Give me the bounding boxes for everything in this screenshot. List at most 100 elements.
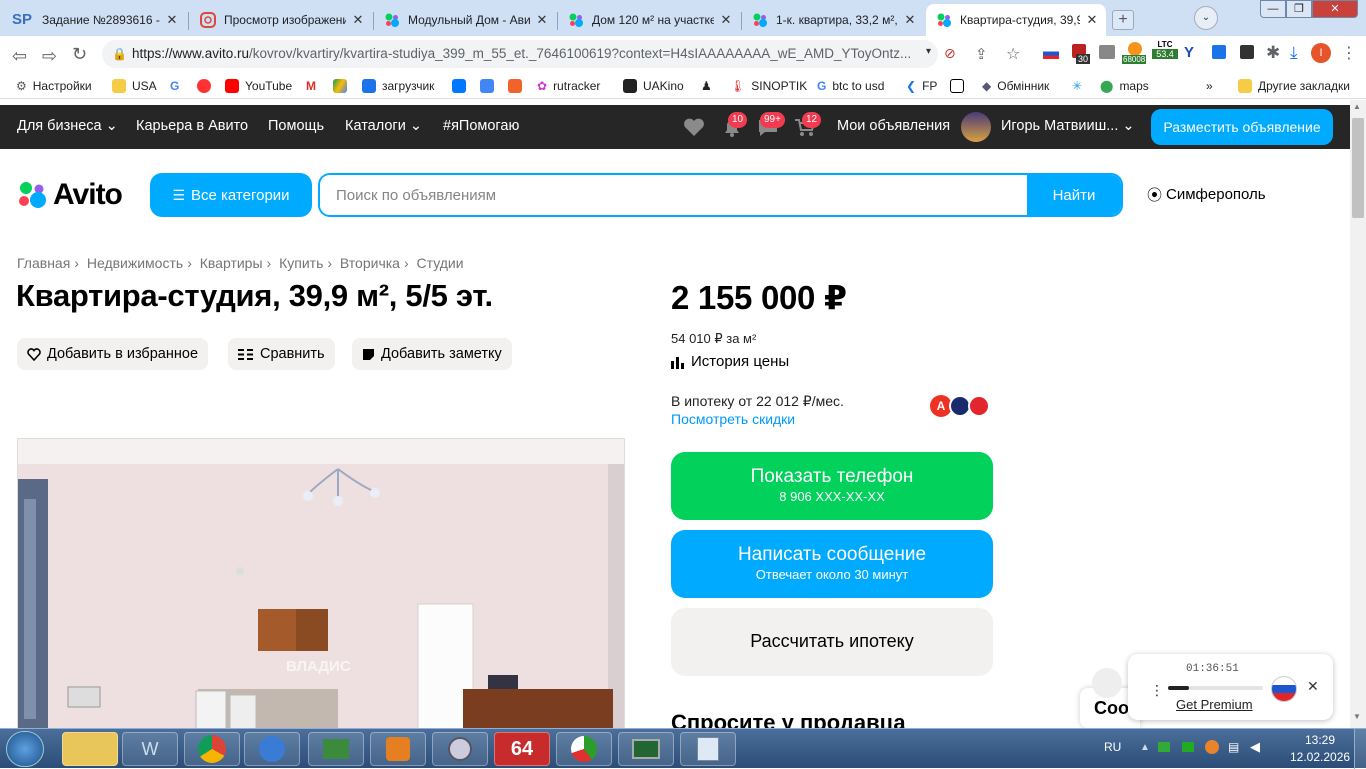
add-note-button[interactable]: Добавить заметку <box>352 338 512 370</box>
bookmark-star[interactable]: ✳ <box>1072 77 1082 95</box>
breadcrumb-item[interactable]: Студии <box>417 255 464 271</box>
post-ad-button[interactable]: Разместить объявление <box>1151 109 1333 145</box>
minimize-button[interactable]: — <box>1260 0 1286 18</box>
bookmark-sinoptik[interactable]: 🌡 SINOPTIK <box>730 77 807 95</box>
russian-flag-icon[interactable] <box>1271 676 1297 702</box>
puzzle-extensions-icon[interactable]: ✱ <box>1266 43 1280 63</box>
arrow-extension-icon[interactable] <box>1240 45 1254 59</box>
downloads-icon[interactable]: ⤓ <box>1290 43 1298 63</box>
bookmark-youtube[interactable]: YouTube <box>225 77 292 95</box>
bookmark-f[interactable] <box>508 77 528 95</box>
tray-network-icon[interactable] <box>1158 742 1170 752</box>
bookmark-gmail[interactable]: M <box>306 77 316 95</box>
bookmark-fp[interactable]: ❮ FP <box>906 77 937 95</box>
compare-button[interactable]: Сравнить <box>228 338 335 370</box>
bookmark-translate[interactable] <box>480 77 500 95</box>
listing-photo[interactable]: ВЛАДИС <box>17 438 625 728</box>
chat-bot-icon[interactable] <box>1092 668 1122 698</box>
close-icon[interactable]: ✕ <box>902 12 918 28</box>
language-indicator[interactable]: RU <box>1104 740 1121 754</box>
breadcrumb-item[interactable]: Купить <box>279 255 323 271</box>
tab-task[interactable]: SP Задание №2893616 - п ✕ <box>2 4 186 36</box>
notepad-taskbar-icon[interactable] <box>680 732 736 766</box>
chrome-taskbar-icon[interactable] <box>184 732 240 766</box>
other-bookmarks[interactable]: Другие закладки <box>1238 77 1350 95</box>
tab-apartment-33[interactable]: 1-к. квартира, 33,2 м², ✕ <box>742 4 924 36</box>
nav-my-ads[interactable]: Мои объявления <box>837 118 950 134</box>
menu-kebab-icon[interactable]: ⋮ <box>1341 43 1357 63</box>
search-input[interactable] <box>320 175 1027 215</box>
tray-network-icon[interactable]: ▤ <box>1228 740 1239 754</box>
bookmark-google[interactable]: G <box>170 77 179 95</box>
bookmark-usa[interactable]: USA <box>112 77 157 95</box>
tray-app-icon[interactable] <box>1182 742 1194 752</box>
widget-menu-icon[interactable]: ⋮ <box>1150 682 1164 699</box>
bookmark-settings[interactable]: ⚙ Настройки <box>16 77 92 95</box>
page-scrollbar[interactable]: ▲ ▼ <box>1350 100 1366 728</box>
back-arrow-icon[interactable]: ⇦ <box>12 46 27 67</box>
bookmark-yandex[interactable] <box>197 77 217 95</box>
volume-icon[interactable]: ◀ <box>1250 739 1260 755</box>
add-favorite-button[interactable]: Добавить в избранное <box>17 338 209 370</box>
extension-badge-icon[interactable]: 30 <box>1072 44 1092 66</box>
tab-image-viewer[interactable]: Просмотр изображени ✕ <box>190 4 372 36</box>
calc-mortgage-button[interactable]: Рассчитать ипотеку <box>671 608 993 676</box>
user-avatar[interactable] <box>961 112 991 142</box>
close-icon[interactable]: ✕ <box>1084 12 1100 28</box>
close-icon[interactable]: ✕ <box>718 12 734 28</box>
app-taskbar-icon[interactable] <box>308 732 364 766</box>
new-tab-button[interactable]: + <box>1112 10 1134 30</box>
tray-app-icon[interactable] <box>1205 740 1219 754</box>
download-box-icon[interactable] <box>1212 45 1226 59</box>
close-window-button[interactable]: ✕ <box>1312 0 1358 18</box>
close-icon[interactable]: ✕ <box>534 12 550 28</box>
breadcrumb-item[interactable]: Недвижимость <box>87 255 183 271</box>
breadcrumb-item[interactable]: Квартиры <box>200 255 263 271</box>
taskbar-clock[interactable]: 13:29 12.02.2026 <box>1290 733 1350 764</box>
heart-icon[interactable] <box>682 116 706 138</box>
show-phone-button[interactable]: Показать телефон 8 906 XXX-XX-XX <box>671 452 993 520</box>
media-player-taskbar-icon[interactable] <box>370 732 426 766</box>
bookmark-exchanger[interactable]: ◆ Обмінник <box>982 77 1049 95</box>
forward-arrow-icon[interactable]: ⇨ <box>42 46 57 67</box>
blocked-popup-icon[interactable]: ⊘ <box>944 45 956 62</box>
app-taskbar-icon[interactable] <box>556 732 612 766</box>
close-icon[interactable]: ✕ <box>350 12 366 28</box>
start-button[interactable] <box>6 731 44 767</box>
nav-business[interactable]: Для бизнеса ⌄ <box>17 118 118 134</box>
bookmark-person[interactable]: ♟ <box>701 77 712 95</box>
url-dropdown-icon[interactable]: ▾ <box>926 46 931 57</box>
get-premium-link[interactable]: Get Premium <box>1176 697 1253 712</box>
bookmark-bc[interactable] <box>950 77 970 95</box>
russian-flag-icon[interactable] <box>1043 48 1059 59</box>
bookmark-drive[interactable] <box>333 77 353 95</box>
close-icon[interactable]: ✕ <box>164 12 180 28</box>
write-message-button[interactable]: Написать сообщение Отвечает около 30 мин… <box>671 530 993 598</box>
bookmark-vk[interactable] <box>452 77 472 95</box>
close-icon[interactable]: ✕ <box>1307 678 1319 695</box>
bookmarks-overflow[interactable]: » <box>1206 77 1213 95</box>
address-bar[interactable]: 🔒 https://www.avito.ru/kovrov/kvartiry/k… <box>102 40 938 68</box>
ltc-ticker-icon[interactable]: LTC 53.4 <box>1152 40 1178 68</box>
reload-icon[interactable]: ↻ <box>72 44 87 65</box>
bookmark-star-icon[interactable]: ☆ <box>1006 44 1020 64</box>
windscribe-taskbar-icon[interactable]: W <box>122 732 178 766</box>
share-icon[interactable]: ⇪ <box>975 45 988 63</box>
maximize-button[interactable]: ❐ <box>1286 0 1312 18</box>
tab-house-120[interactable]: Дом 120 м² на участке ✕ <box>558 4 740 36</box>
profile-avatar[interactable]: I <box>1311 43 1331 63</box>
avito-logo[interactable]: Avito <box>17 178 123 212</box>
scrollbar-thumb[interactable] <box>1352 118 1364 218</box>
search-button[interactable]: Найти <box>1027 175 1121 215</box>
bookmark-downloader[interactable]: загрузчик <box>362 77 434 95</box>
bookmark-btc[interactable]: Gbtc to usd <box>817 77 884 95</box>
btc-ticker-icon[interactable]: 68008 <box>1122 42 1152 68</box>
bookmark-rutracker[interactable]: ✿ rutracker <box>537 77 600 95</box>
browser-taskbar-icon[interactable] <box>244 732 300 766</box>
show-desktop-button[interactable] <box>1354 729 1366 769</box>
tray-expand-icon[interactable]: ▲ <box>1140 742 1150 753</box>
tab-search-chevron-icon[interactable]: ⌄ <box>1194 6 1218 30</box>
explorer-taskbar-icon[interactable] <box>62 732 118 766</box>
widget-progress[interactable] <box>1168 686 1263 690</box>
nav-catalogs[interactable]: Каталоги ⌄ <box>345 118 422 134</box>
